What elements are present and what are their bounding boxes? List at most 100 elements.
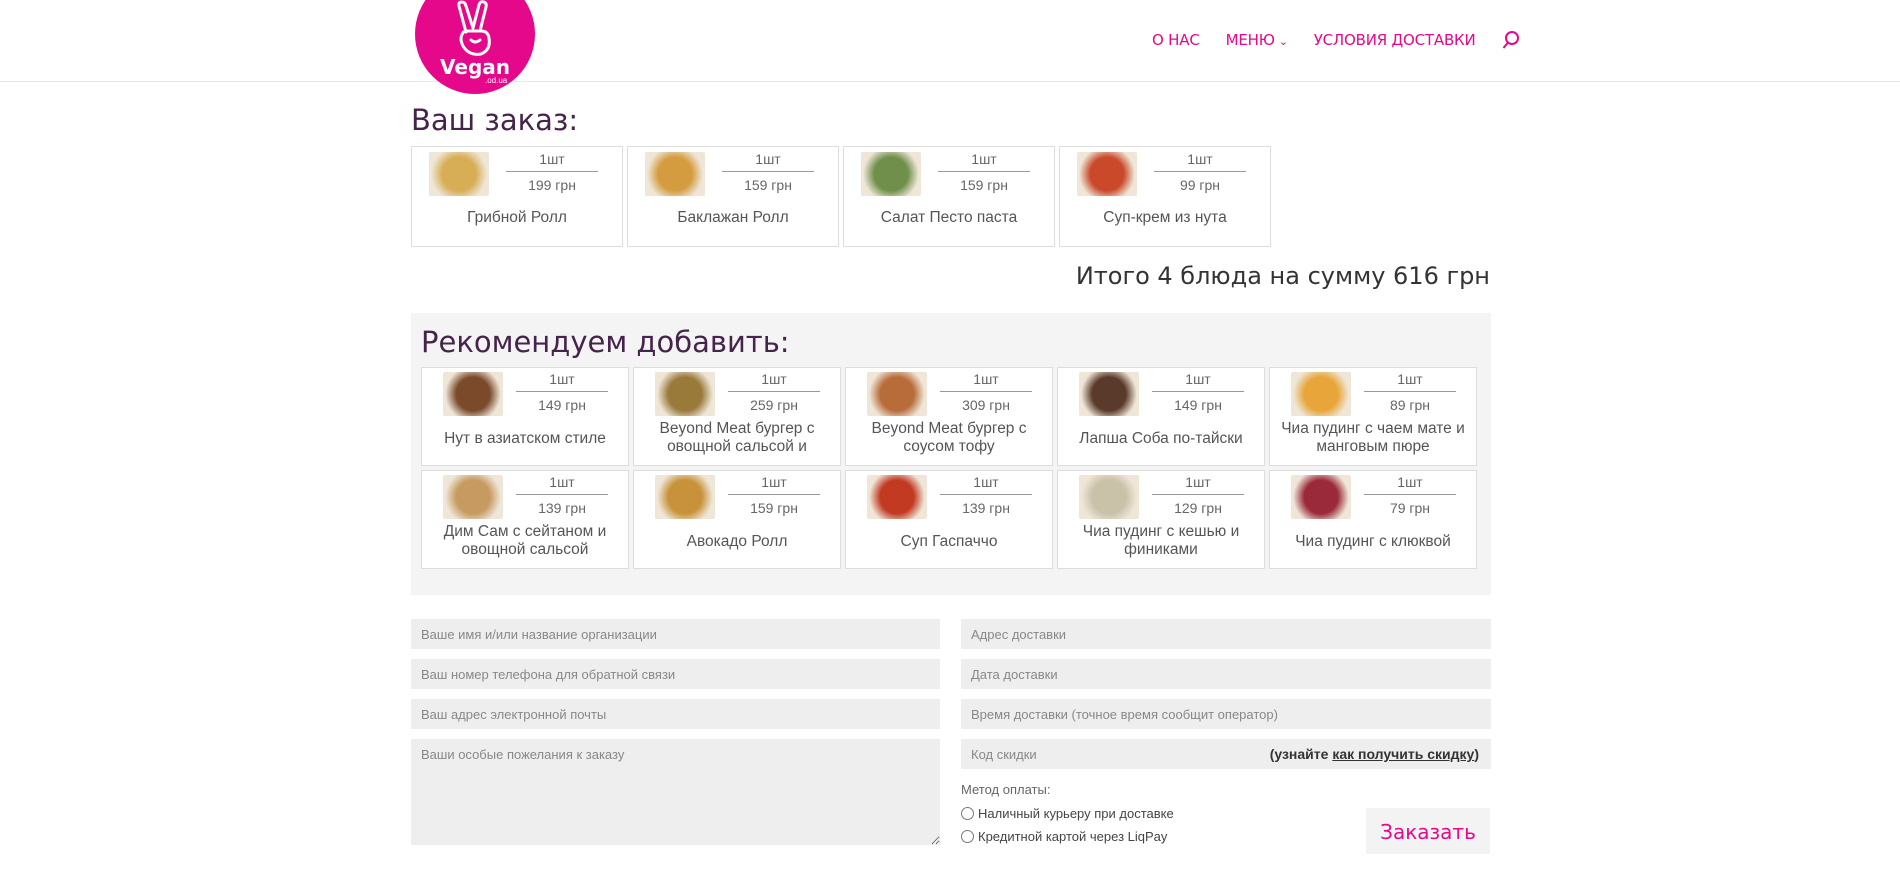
dish-name: Лапша Соба по-тайски: [1079, 430, 1243, 447]
site-logo[interactable]: Vegan .od.ua: [415, 0, 535, 94]
recommend-card[interactable]: 1шт 259 грн Beyond Meat бургер с овощной с…: [633, 367, 841, 466]
dish-qty: 1шт: [549, 474, 575, 490]
dish-image: [867, 372, 927, 416]
logo-domain: .od.ua: [485, 76, 508, 85]
dish-name: Баклажан Ролл: [677, 209, 789, 226]
name-input[interactable]: [411, 619, 940, 649]
recommend-card[interactable]: 1шт 129 грн Чиа пудинг с кешью и финиками: [1057, 470, 1265, 569]
email-input[interactable]: [411, 699, 940, 729]
dish-qty: 1шт: [973, 371, 999, 387]
order-title: Ваш заказ:: [411, 103, 579, 137]
dish-name: Суп Гаспаччо: [900, 533, 998, 550]
payment-cash-option[interactable]: Наличный курьеру при доставке: [961, 806, 1174, 821]
radio-button[interactable]: [961, 830, 974, 843]
dish-image: [1291, 475, 1351, 519]
discount-row: (узнайте как получить скидку): [961, 739, 1491, 769]
recommend-card[interactable]: 1шт 149 грн Нут в азиатском стиле: [421, 367, 629, 466]
order-total: Итого 4 блюда на сумму 616 грн: [1075, 262, 1490, 290]
dish-name: Салат Песто паста: [880, 209, 1018, 226]
dish-name: Чиа пудинг с кешью и финиками: [1082, 523, 1240, 558]
dish-image: [655, 475, 715, 519]
dish-name: Beyond Meat бургер с соусом тофу: [871, 420, 1027, 455]
recommend-card[interactable]: 1шт 79 грн Чиа пудинг с клюквой: [1269, 470, 1477, 569]
dish-image: [429, 152, 489, 196]
nav-about[interactable]: О НАС: [1152, 31, 1200, 49]
recommend-card[interactable]: 1шт 159 грн Авокадо Ролл: [633, 470, 841, 569]
payment-card-label: Кредитной картой через LiqPay: [978, 829, 1168, 844]
dish-qty: 1шт: [1185, 474, 1211, 490]
dish-name: Нут в азиатском стиле: [444, 430, 606, 447]
dish-qty: 1шт: [1397, 371, 1423, 387]
dish-divider: [506, 171, 598, 172]
dish-divider: [728, 494, 820, 495]
discount-link[interactable]: как получить скидку: [1332, 746, 1474, 762]
dish-qty: 1шт: [761, 474, 787, 490]
dish-price: 149 грн: [1174, 397, 1222, 413]
dish-name: Грибной Ролл: [467, 209, 567, 226]
radio-button[interactable]: [961, 807, 974, 820]
dish-divider: [1364, 391, 1456, 392]
dish-price: 259 грн: [750, 397, 798, 413]
dish-price: 79 грн: [1389, 500, 1431, 516]
dish-image: [1077, 152, 1137, 196]
dish-divider: [938, 171, 1030, 172]
dish-divider: [516, 391, 608, 392]
dish-qty: 1шт: [755, 151, 781, 167]
submit-order-button[interactable]: Заказать: [1366, 808, 1490, 854]
recommend-card[interactable]: 1шт 149 грн Лапша Соба по-тайски: [1057, 367, 1265, 466]
recommend-card[interactable]: 1шт 309 грн Beyond Meat бургер с соусом то…: [845, 367, 1053, 466]
dish-qty: 1шт: [549, 371, 575, 387]
nav-menu[interactable]: МЕНЮ ⌄: [1226, 31, 1288, 49]
dish-qty: 1шт: [1397, 474, 1423, 490]
logo-brand: Vegan: [440, 55, 510, 79]
payment-label: Метод оплаты:: [961, 782, 1051, 797]
order-card[interactable]: 1шт 99 грн Суп-крем из нута: [1059, 146, 1271, 247]
dish-image: [867, 475, 927, 519]
dish-name: Чиа пудинг с чаем мате и манговым пюре: [1281, 420, 1465, 455]
dish-image: [1291, 372, 1351, 416]
discount-hint-open: (узнайте: [1269, 746, 1333, 762]
dish-price: 129 грн: [1174, 500, 1222, 516]
dish-price: 139 грн: [962, 500, 1010, 516]
dish-price: 199 грн: [528, 177, 576, 193]
dish-name: Дим Сам с сейтаном и овощной сальсой: [443, 523, 607, 558]
dish-divider: [1152, 391, 1244, 392]
dish-qty: 1шт: [1185, 371, 1211, 387]
dish-qty: 1шт: [761, 371, 787, 387]
payment-card-option[interactable]: Кредитной картой через LiqPay: [961, 829, 1167, 844]
dish-divider: [722, 171, 814, 172]
dish-price: 159 грн: [750, 500, 798, 516]
dish-image: [443, 475, 503, 519]
recommend-title: Рекомендуем добавить:: [421, 325, 790, 359]
dish-price: 89 грн: [1389, 397, 1431, 413]
phone-input[interactable]: [411, 659, 940, 689]
site-header: Vegan .od.ua О НАС МЕНЮ ⌄ УСЛОВИЯ ДОСТАВК…: [0, 0, 1900, 94]
recommend-card[interactable]: 1шт 139 грн Дим Сам с сейтаном и овощной с…: [421, 470, 629, 569]
nav-delivery[interactable]: УСЛОВИЯ ДОСТАВКИ: [1314, 31, 1476, 49]
dish-name: Авокадо Ролл: [686, 533, 788, 550]
dish-name: Чиа пудинг с клюквой: [1295, 533, 1451, 550]
dish-price: 139 грн: [538, 500, 586, 516]
search-icon[interactable]: [1502, 30, 1520, 50]
dish-image: [655, 372, 715, 416]
dish-qty: 1шт: [1187, 151, 1213, 167]
time-input[interactable]: [961, 699, 1491, 729]
discount-hint: (узнайте как получить скидку): [1270, 746, 1479, 762]
order-card[interactable]: 1шт 159 грн Баклажан Ролл: [627, 146, 839, 247]
payment-cash-label: Наличный курьеру при доставке: [978, 806, 1174, 821]
recommend-card[interactable]: 1шт 89 грн Чиа пудинг с чаем мате и мангов…: [1269, 367, 1477, 466]
dish-qty: 1шт: [539, 151, 565, 167]
wishes-textarea[interactable]: [411, 739, 940, 845]
dish-divider: [940, 391, 1032, 392]
chevron-down-icon: ⌄: [1278, 35, 1288, 48]
date-input[interactable]: [961, 659, 1491, 689]
dish-image: [443, 372, 503, 416]
recommend-card[interactable]: 1шт 139 грн Суп Гаспаччо: [845, 470, 1053, 569]
address-input[interactable]: [961, 619, 1491, 649]
order-card[interactable]: 1шт 159 грн Салат Песто паста: [843, 146, 1055, 247]
dish-divider: [516, 494, 608, 495]
dish-divider: [728, 391, 820, 392]
dish-price: 99 грн: [1179, 177, 1221, 193]
peace-hand-icon: [457, 0, 491, 56]
order-card[interactable]: 1шт 199 грн Грибной Ролл: [411, 146, 623, 247]
